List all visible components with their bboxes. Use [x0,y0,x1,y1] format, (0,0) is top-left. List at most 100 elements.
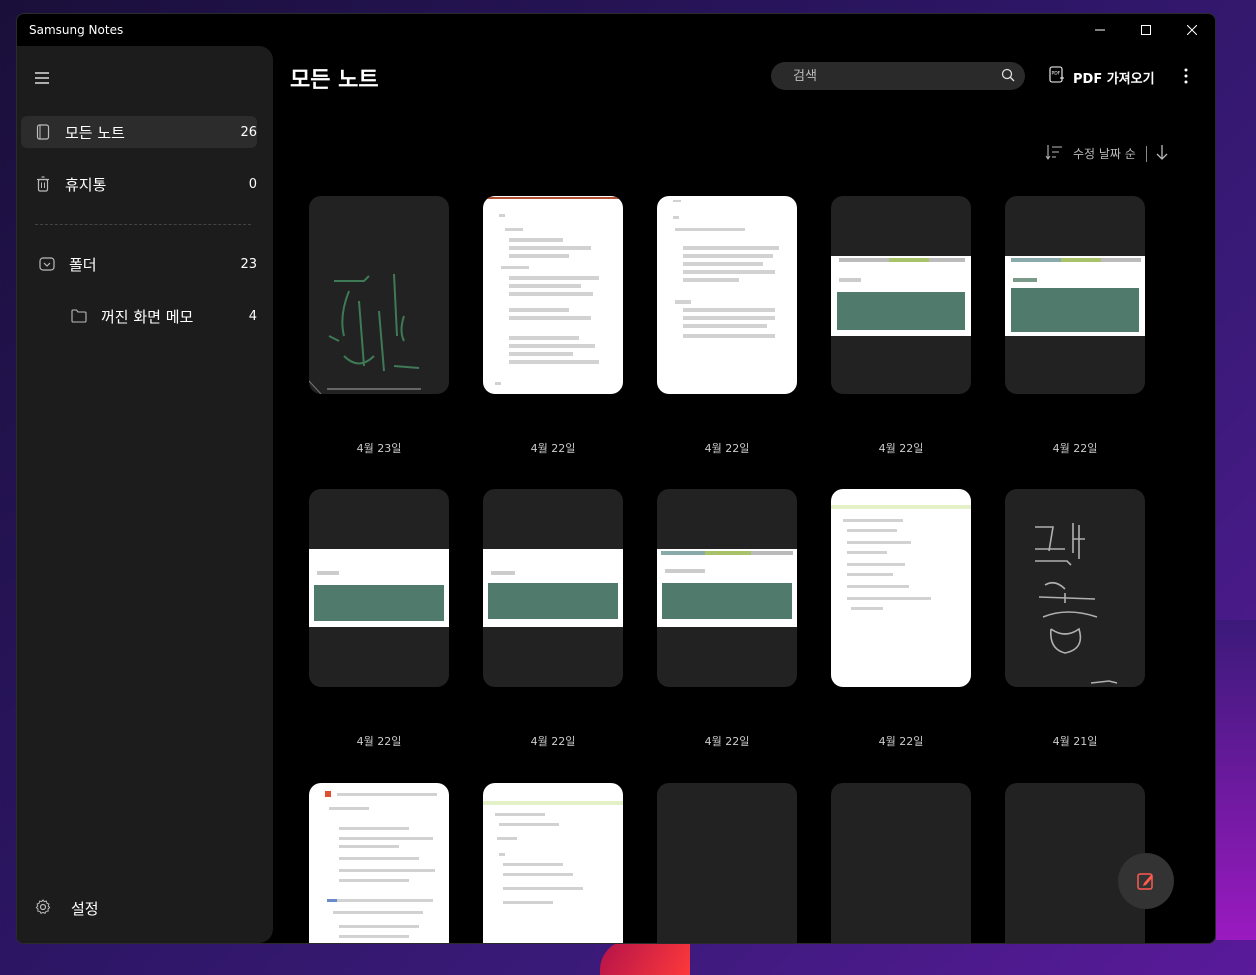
more-vertical-icon [1184,68,1188,84]
import-pdf-label: PDF 가져오기 [1073,71,1155,87]
thumbnail-line [491,571,515,575]
note-date: 4월 22일 [530,442,576,455]
thumbnail-block [488,583,618,619]
close-icon [1187,25,1197,35]
thumbnail-strip [661,551,705,555]
sidebar: 모든 노트 26 휴지통 0 폴더 23 꺼진 화면 메모 4 설정 [17,46,273,943]
sidebar-item-label: 모든 노트 [65,123,125,142]
folder-expand-icon [39,256,55,272]
document-thumbnail [325,791,437,938]
sidebar-item-count: 23 [240,256,257,272]
note-card[interactable] [309,196,449,394]
sidebar-item-subfolder[interactable]: 꺼진 화면 메모 4 [21,300,257,332]
thumbnail-line [665,569,705,573]
note-card[interactable] [1005,196,1145,394]
note-date: 4월 21일 [1052,735,1098,748]
note-card[interactable] [483,489,623,687]
sidebar-divider [35,224,251,225]
sort-filter-icon[interactable] [1045,144,1063,163]
sidebar-item-trash[interactable]: 휴지통 0 [21,168,257,200]
import-pdf-button[interactable]: PDF PDF 가져오기 [1049,66,1155,88]
note-card[interactable] [831,196,971,394]
compose-icon [1137,873,1153,890]
sort-direction-icon[interactable] [1155,144,1169,163]
wallpaper-accent-right [1216,620,1256,940]
sidebar-item-label: 휴지통 [65,175,107,194]
more-options-button[interactable] [1176,66,1196,86]
page-title: 모든 노트 [290,68,379,93]
thumbnail-strip [1011,258,1061,262]
note-date: 4월 22일 [530,735,576,748]
minimize-icon [1095,29,1105,31]
document-thumbnail [483,801,623,904]
hamburger-icon [35,72,49,84]
settings-button[interactable]: 설정 [35,898,99,919]
thumbnail-block [662,583,792,619]
thumbnail-strip [929,258,965,262]
thumbnail-strip [1061,258,1101,262]
sidebar-item-count: 26 [240,124,257,140]
minimize-button[interactable] [1077,14,1123,46]
window-title: Samsung Notes [29,23,124,37]
sidebar-item-folders[interactable]: 폴더 23 [21,248,257,280]
sort-separator [1145,145,1147,162]
thumbnail-block [837,292,965,330]
close-button[interactable] [1169,14,1215,46]
thumbnail-line [839,278,861,282]
notebook-icon [35,124,51,140]
sort-label[interactable]: 수정 날짜 순 [1073,145,1136,162]
main-content: 모든 노트 PDF PDF 가져오기 수정 날짜 순 [273,46,1215,943]
note-card[interactable] [831,783,971,943]
handwriting-thumbnail [1035,523,1118,684]
wallpaper-accent [600,940,690,975]
thumbnail-strip [705,551,751,555]
document-thumbnail [831,505,971,610]
thumbnail-block [314,585,444,621]
settings-label: 설정 [71,900,99,918]
note-card[interactable] [657,489,797,687]
note-card[interactable] [657,783,797,943]
note-date: 4월 22일 [704,735,750,748]
note-date: 4월 22일 [1052,442,1098,455]
pdf-import-icon: PDF [1049,66,1065,88]
thumbnail-block [1011,288,1139,332]
note-card[interactable] [309,783,449,943]
sidebar-item-all-notes[interactable]: 모든 노트 26 [21,116,257,148]
note-card[interactable] [483,196,623,394]
sort-bar[interactable]: 수정 날짜 순 [1045,144,1169,163]
maximize-button[interactable] [1123,14,1169,46]
sidebar-item-label: 폴더 [69,255,97,274]
folder-icon [71,308,87,324]
note-date: 4월 22일 [878,735,924,748]
sketch-thumbnail [309,273,421,394]
note-date: 4월 23일 [356,442,402,455]
note-card[interactable] [1005,489,1145,687]
note-card[interactable] [483,783,623,943]
trash-icon [35,176,51,192]
svg-text:PDF: PDF [1052,71,1061,77]
document-thumbnail [673,200,779,338]
title-bar[interactable]: Samsung Notes [17,14,1215,46]
sidebar-item-count: 0 [248,176,257,192]
thumbnail-strip [751,551,793,555]
note-card[interactable] [309,489,449,687]
thumbnail-strip [839,258,889,262]
search-input[interactable] [793,68,1001,84]
thumbnail-line [317,571,339,575]
sidebar-item-label: 꺼진 화면 메모 [101,307,194,326]
thumbnail-strip [1101,258,1141,262]
menu-button[interactable] [35,68,49,89]
note-date: 4월 22일 [878,442,924,455]
sidebar-item-count: 4 [248,308,257,324]
document-thumbnail [483,197,623,385]
gear-icon [35,898,51,919]
note-date: 4월 22일 [704,442,750,455]
thumbnail-line [1013,278,1037,282]
note-date: 4월 22일 [356,735,402,748]
search-box[interactable] [771,62,1025,90]
new-note-button[interactable] [1118,853,1174,909]
note-card[interactable] [657,196,797,394]
note-card[interactable] [831,489,971,687]
maximize-icon [1141,25,1151,35]
search-icon[interactable] [1001,67,1015,86]
